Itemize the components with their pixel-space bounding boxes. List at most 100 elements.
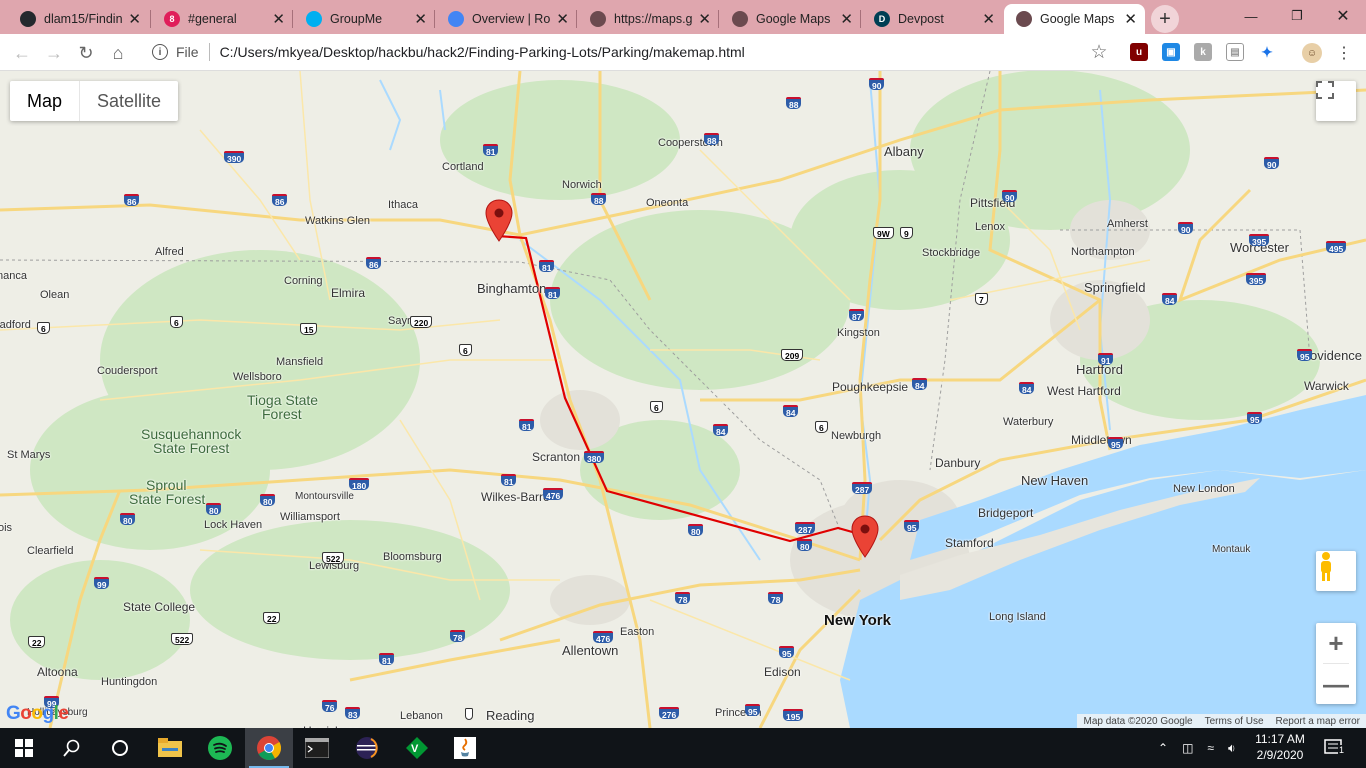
place-label: Reading <box>486 708 535 723</box>
highway-shield-icon: 90 <box>1264 157 1280 170</box>
close-tab-icon[interactable]: ✕ <box>1124 10 1137 28</box>
map-marker-binghamton[interactable] <box>485 199 513 243</box>
place-label: New York <box>824 612 891 629</box>
google-logo[interactable]: Google <box>6 703 69 725</box>
place-label: Stamford <box>945 536 994 550</box>
wifi-icon[interactable]: ≈ <box>1207 741 1214 755</box>
close-tab-icon[interactable]: ✕ <box>414 10 427 28</box>
close-tab-icon[interactable]: ✕ <box>556 10 569 28</box>
place-label: Waterbury <box>1003 416 1054 428</box>
spotify-button[interactable] <box>196 728 244 768</box>
browser-tab[interactable]: dlam15/Findin ✕ <box>8 4 149 34</box>
close-tab-icon[interactable]: ✕ <box>982 10 995 28</box>
highway-shield-icon: 81 <box>379 653 395 666</box>
eclipse-button[interactable] <box>343 728 391 768</box>
search-button[interactable] <box>48 728 96 768</box>
extension-briefcase-icon[interactable]: ▤ <box>1226 43 1244 61</box>
highway-shield-icon: 95 <box>904 520 920 533</box>
file-explorer-button[interactable] <box>146 728 194 768</box>
java-button[interactable] <box>441 728 489 768</box>
highway-shield-icon: 195 <box>783 709 804 722</box>
profile-avatar[interactable]: ☺ <box>1302 43 1322 63</box>
fullscreen-button[interactable] <box>1316 81 1356 121</box>
highway-shield-icon: 76 <box>322 700 338 713</box>
tab-title: Devpost <box>898 12 944 26</box>
taskbar-clock[interactable]: 11:17 AM 2/9/2020 <box>1250 731 1310 763</box>
browser-tab[interactable]: Overview | Ro ✕ <box>436 4 577 34</box>
place-label: Edison <box>764 665 801 679</box>
close-window-button[interactable]: ✕ <box>1320 0 1366 32</box>
highway-shield-icon: 88 <box>591 193 607 206</box>
browser-tab[interactable]: https://maps.g ✕ <box>578 4 719 34</box>
chrome-icon <box>257 736 281 760</box>
tab-title: Google Maps <box>756 12 831 26</box>
close-tab-icon[interactable]: ✕ <box>840 10 853 28</box>
place-label: Alfred <box>155 246 184 258</box>
notification-center-button[interactable]: 1 <box>1324 728 1346 768</box>
volume-icon[interactable]: 🔉︎ <box>1228 741 1236 756</box>
battery-icon[interactable]: ◫ <box>1182 741 1193 755</box>
browser-tab[interactable]: Google Maps ✕ <box>1004 4 1145 34</box>
map-marker-new-york[interactable] <box>851 515 879 559</box>
close-tab-icon[interactable]: ✕ <box>128 10 141 28</box>
vim-button[interactable]: V <box>393 728 441 768</box>
browser-tab[interactable]: 8 #general ✕ <box>152 4 293 34</box>
close-tab-icon[interactable]: ✕ <box>272 10 285 28</box>
info-icon[interactable]: i <box>152 44 168 60</box>
java-icon <box>454 737 476 759</box>
back-button[interactable]: ← <box>10 41 34 65</box>
maximize-button[interactable]: ❐ <box>1274 0 1320 32</box>
browser-tab[interactable]: D Devpost ✕ <box>862 4 1003 34</box>
terminal-button[interactable] <box>293 728 341 768</box>
terms-of-use-link[interactable]: Terms of Use <box>1199 716 1270 727</box>
place-label: Huntingdon <box>101 676 158 688</box>
spotify-icon <box>208 736 232 760</box>
highway-shield-icon: 81 <box>545 287 561 300</box>
ublock-icon[interactable]: u <box>1130 43 1148 61</box>
place-label: Elmira <box>331 286 366 300</box>
place-label: Altoona <box>37 665 78 679</box>
tray-chevron-icon[interactable]: ⌃ <box>1158 741 1168 755</box>
minimize-button[interactable]: — <box>1228 0 1274 32</box>
bookmark-star-icon[interactable]: ☆ <box>1087 40 1111 64</box>
report-error-link[interactable]: Report a map error <box>1270 716 1366 727</box>
highway-shield-icon: 6 <box>815 421 828 433</box>
home-button[interactable]: ⌂ <box>106 41 130 65</box>
zoom-in-button[interactable]: + <box>1316 623 1356 663</box>
notification-count: 1 <box>1338 745 1346 755</box>
extension-puzzle-icon[interactable]: ✦ <box>1258 43 1276 61</box>
chrome-button[interactable] <box>245 728 293 768</box>
tab-separator <box>576 10 577 28</box>
extension-k-icon[interactable]: k <box>1194 43 1212 61</box>
highway-shield-icon: 6 <box>650 401 663 413</box>
street-view-pegman-button[interactable] <box>1316 551 1356 591</box>
highway-shield-icon: 78 <box>768 592 784 605</box>
close-tab-icon[interactable]: ✕ <box>698 10 711 28</box>
browser-tab[interactable]: Google Maps ✕ <box>720 4 861 34</box>
terminal-icon <box>305 738 329 758</box>
cortana-button[interactable] <box>96 728 144 768</box>
place-label: Norwich <box>562 179 602 191</box>
slack-icon: 8 <box>164 11 180 27</box>
zoom-control: + — <box>1316 623 1356 704</box>
map-canvas[interactable]: Binghamton New York Albany Scranton Allentow… <box>0 71 1366 728</box>
place-label: Bloomsburg <box>383 551 442 563</box>
map-type-map-button[interactable]: Map <box>10 81 79 121</box>
reload-button[interactable]: ↻ <box>74 41 98 65</box>
new-tab-button[interactable]: + <box>1151 5 1179 33</box>
zoom-out-button[interactable]: — <box>1316 664 1356 704</box>
start-button[interactable] <box>0 728 48 768</box>
highway-shield-icon: 15 <box>300 323 318 335</box>
tab-title: #general <box>188 12 237 26</box>
address-bar[interactable]: i File C:/Users/mkyea/Desktop/hackbu/hac… <box>142 37 1122 67</box>
extension-window-icon[interactable]: ▣ <box>1162 43 1180 61</box>
place-label: Williamsport <box>280 511 340 523</box>
forward-button[interactable]: → <box>42 41 66 65</box>
highway-shield-icon: 6 <box>459 344 472 356</box>
highway-shield-icon: 276 <box>659 707 680 720</box>
map-type-satellite-button[interactable]: Satellite <box>79 81 178 121</box>
menu-kebab-icon[interactable]: ⋮ <box>1332 41 1356 65</box>
url-text[interactable]: C:/Users/mkyea/Desktop/hackbu/hack2/Find… <box>220 44 745 60</box>
place-label: Bridgeport <box>978 506 1034 520</box>
browser-tab[interactable]: GroupMe ✕ <box>294 4 435 34</box>
